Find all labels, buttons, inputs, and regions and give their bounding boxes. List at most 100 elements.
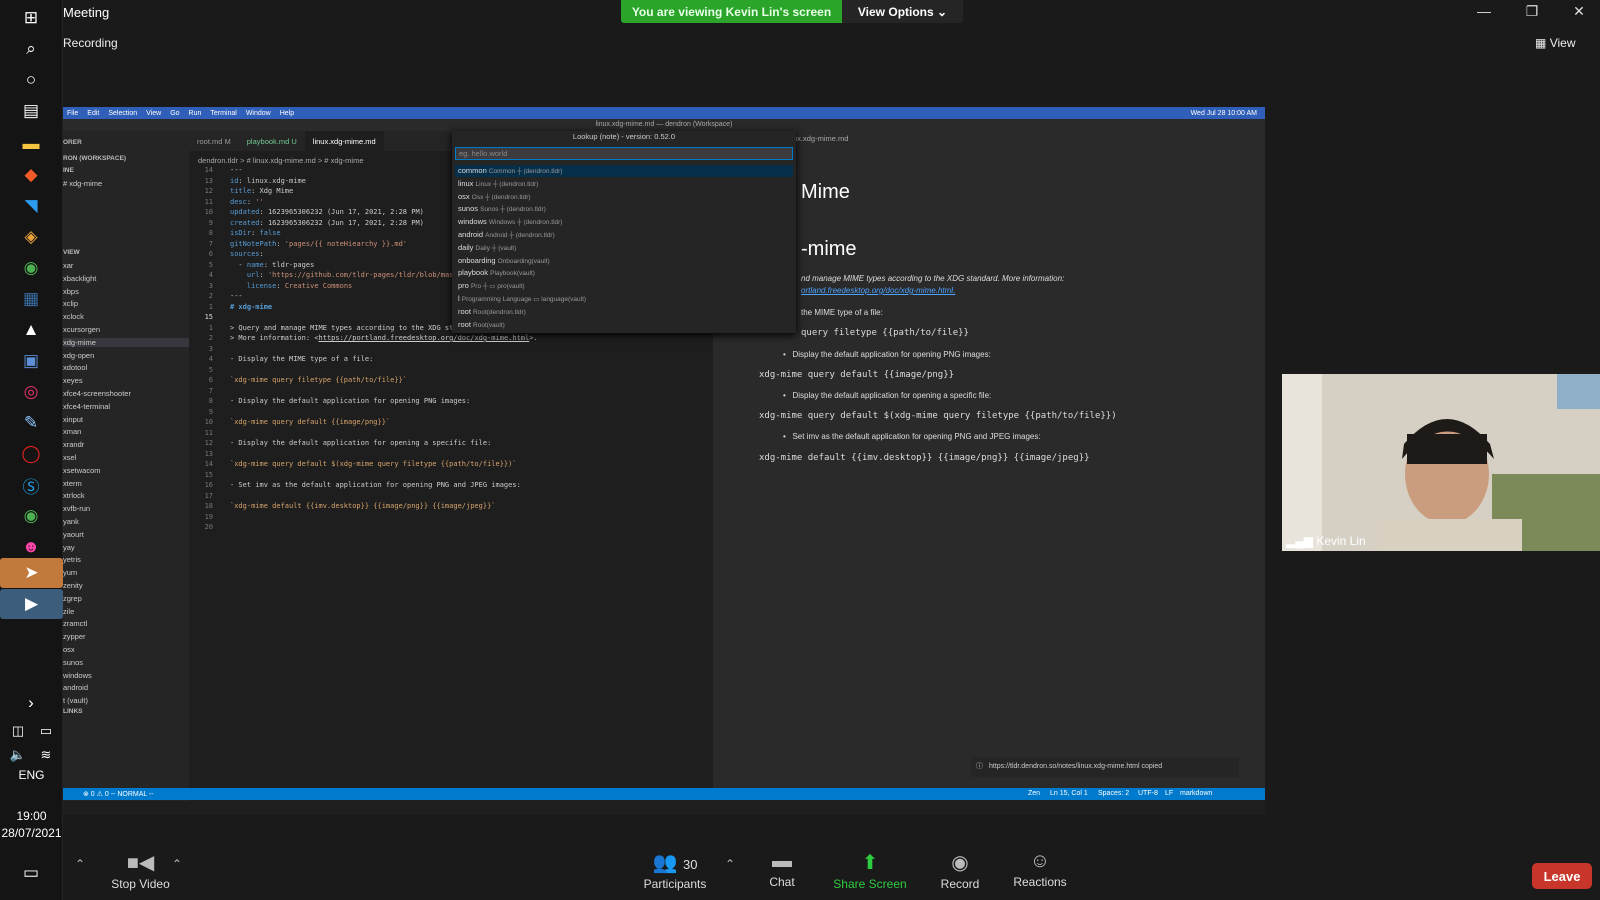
recording-indicator[interactable]: Recording [63, 36, 118, 50]
status-eol[interactable]: LF [1165, 790, 1173, 797]
task-view-icon[interactable]: ▤ [18, 98, 44, 124]
lookup-item[interactable]: sunos Sunos ┼ (dendron.tldr) [455, 203, 793, 215]
preview-tab[interactable]: ux.xdg-mime.md [793, 134, 848, 143]
tab-root[interactable]: root.md M [189, 131, 239, 151]
tree-item[interactable]: xcursorgen [63, 325, 100, 334]
outline-item[interactable]: # xdg-mime [63, 179, 102, 188]
video-chevron-up-icon[interactable]: ⌃ [172, 857, 182, 871]
lookup-item[interactable]: l Programming Language ▭ language(vault) [455, 293, 793, 305]
menu-item[interactable]: Terminal [210, 110, 236, 117]
lookup-item[interactable]: linux Linux ┼ (dendron.tldr) [455, 178, 793, 190]
calendar-app-icon[interactable]: ▦ [18, 286, 44, 312]
tree-item[interactable]: yum [63, 568, 77, 577]
tree-item[interactable]: xtrlock [63, 491, 85, 500]
meet-now-icon[interactable]: ◫ [5, 718, 31, 744]
status-zen[interactable]: Zen [1028, 790, 1040, 797]
tree-item[interactable]: xterm [63, 479, 82, 488]
tab-linux-xdg-mime[interactable]: linux.xdg-mime.md [304, 131, 384, 151]
taskbar-clock[interactable]: 19:00 28/07/2021 [0, 808, 63, 842]
share-screen-button[interactable]: ⬆ Share Screen [825, 850, 915, 891]
lookup-item[interactable]: osx Osx ┼ (dendron.tldr) [455, 191, 793, 203]
tree-item[interactable]: xeyes [63, 376, 83, 385]
wifi-icon[interactable]: ≋ [33, 742, 59, 768]
lookup-item[interactable]: daily Daily ┼ (vault) [455, 242, 793, 254]
menu-item[interactable]: Window [246, 110, 271, 117]
chrome-icon[interactable]: ◉ [18, 255, 44, 281]
opera-icon[interactable]: ◯ [18, 441, 44, 467]
webcam-video[interactable] [1282, 374, 1600, 551]
tree-item[interactable]: xbps [63, 287, 79, 296]
inkscape-icon[interactable]: ▲ [18, 317, 44, 343]
tree-item[interactable]: zypper [63, 632, 86, 641]
lookup-input[interactable]: eg. hello.world [455, 147, 793, 160]
tree-item[interactable]: xfce4-terminal [63, 402, 110, 411]
status-cursor[interactable]: Ln 15, Col 1 [1050, 790, 1088, 797]
tree-view-header[interactable]: VIEW [63, 249, 80, 256]
snip-tool-icon[interactable]: ✎ [18, 410, 44, 436]
vscode-icon[interactable]: ◥ [18, 193, 44, 219]
tree-item[interactable]: xar [63, 261, 73, 270]
chat-button[interactable]: ▬ Chat [737, 850, 827, 889]
lookup-item[interactable]: onboarding Onboarding(vault) [455, 255, 793, 267]
file-explorer-icon[interactable]: ▬ [18, 131, 44, 157]
participants-button[interactable]: 👥 30 Participants [630, 850, 720, 891]
menu-item[interactable]: File [67, 110, 78, 117]
windows-start-icon[interactable]: ⊞ [18, 5, 44, 31]
telegram-icon[interactable]: ➤ [0, 558, 63, 588]
close-icon[interactable]: ✕ [1569, 3, 1589, 20]
menu-item[interactable]: Run [189, 110, 202, 117]
tree-item[interactable]: xsel [63, 453, 76, 462]
minimize-icon[interactable]: — [1474, 3, 1494, 19]
tree-item[interactable]: yay [63, 543, 75, 552]
lookup-item[interactable]: windows Windows ┼ (dendron.tldr) [455, 216, 793, 228]
tree-item[interactable]: yaourt [63, 530, 84, 539]
lookup-item[interactable]: playbook Playbook(vault) [455, 267, 793, 279]
tree-item[interactable]: xfce4-screenshooter [63, 389, 131, 398]
tree-item[interactable]: android [63, 683, 88, 692]
preview-link[interactable]: ortland.freedesktop.org/doc/xdg-mime.htm… [801, 286, 955, 295]
menu-item[interactable]: Edit [87, 110, 99, 117]
view-options-button[interactable]: View Options ⌄ [842, 0, 963, 23]
breadcrumb[interactable]: dendron.tldr > # linux.xdg-mime.md > # x… [198, 156, 364, 165]
tree-item[interactable]: xclip [63, 299, 78, 308]
lookup-item[interactable]: common Common ┼ (dendron.tldr) [455, 165, 793, 177]
tree-item[interactable]: xdg-open [63, 351, 94, 360]
notifications-icon[interactable]: ▭ [18, 860, 44, 886]
chevron-right-icon[interactable]: › [18, 690, 44, 716]
tree-item[interactable]: xrandr [63, 440, 84, 449]
leave-button[interactable]: Leave [1532, 863, 1592, 889]
menu-item[interactable]: Go [170, 110, 179, 117]
tree-item[interactable]: xman [63, 427, 81, 436]
backlinks-header[interactable]: LINKS [63, 708, 83, 715]
tree-item[interactable]: xsetwacom [63, 466, 101, 475]
menu-item[interactable]: Selection [108, 110, 137, 117]
lookup-item[interactable]: root Root(vault) [455, 319, 793, 331]
tree-item[interactable]: xinput [63, 415, 83, 424]
tree-item[interactable]: xdotool [63, 363, 87, 372]
menu-item[interactable]: Help [280, 110, 294, 117]
tree-item[interactable]: xclock [63, 312, 84, 321]
status-encoding[interactable]: UTF-8 [1138, 790, 1158, 797]
workspace-header[interactable]: RON (WORKSPACE) [63, 155, 126, 162]
tree-item[interactable]: zile [63, 607, 74, 616]
tree-item[interactable]: yank [63, 517, 79, 526]
participants-chevron-up-icon[interactable]: ⌃ [725, 857, 735, 871]
outline-header[interactable]: INE [63, 167, 74, 174]
chrome-alt-icon[interactable]: ◉ [18, 503, 44, 529]
view-button[interactable]: ▦ View [1535, 36, 1575, 50]
restore-icon[interactable]: ❐ [1522, 3, 1542, 20]
reactions-button[interactable]: ☺ Reactions [995, 850, 1085, 889]
tab-playbook[interactable]: playbook.md U [239, 131, 305, 151]
language-indicator[interactable]: ENG [0, 768, 63, 782]
brave-browser-icon[interactable]: ◆ [18, 162, 44, 188]
tree-item[interactable]: yetris [63, 555, 81, 564]
battery-icon[interactable]: ▭ [33, 718, 59, 744]
tree-item[interactable]: zenity [63, 581, 83, 590]
status-spaces[interactable]: Spaces: 2 [1098, 790, 1129, 797]
volume-icon[interactable]: 🔈 [5, 742, 31, 768]
lookup-item[interactable]: pro Pro ┼ ▭ pro(vault) [455, 280, 793, 292]
avatar-app-icon[interactable]: ☻ [18, 534, 44, 560]
cortana-icon[interactable]: ○ [18, 67, 44, 93]
tree-item[interactable]: zgrep [63, 594, 82, 603]
record-button[interactable]: ◉ Record [915, 850, 1005, 891]
